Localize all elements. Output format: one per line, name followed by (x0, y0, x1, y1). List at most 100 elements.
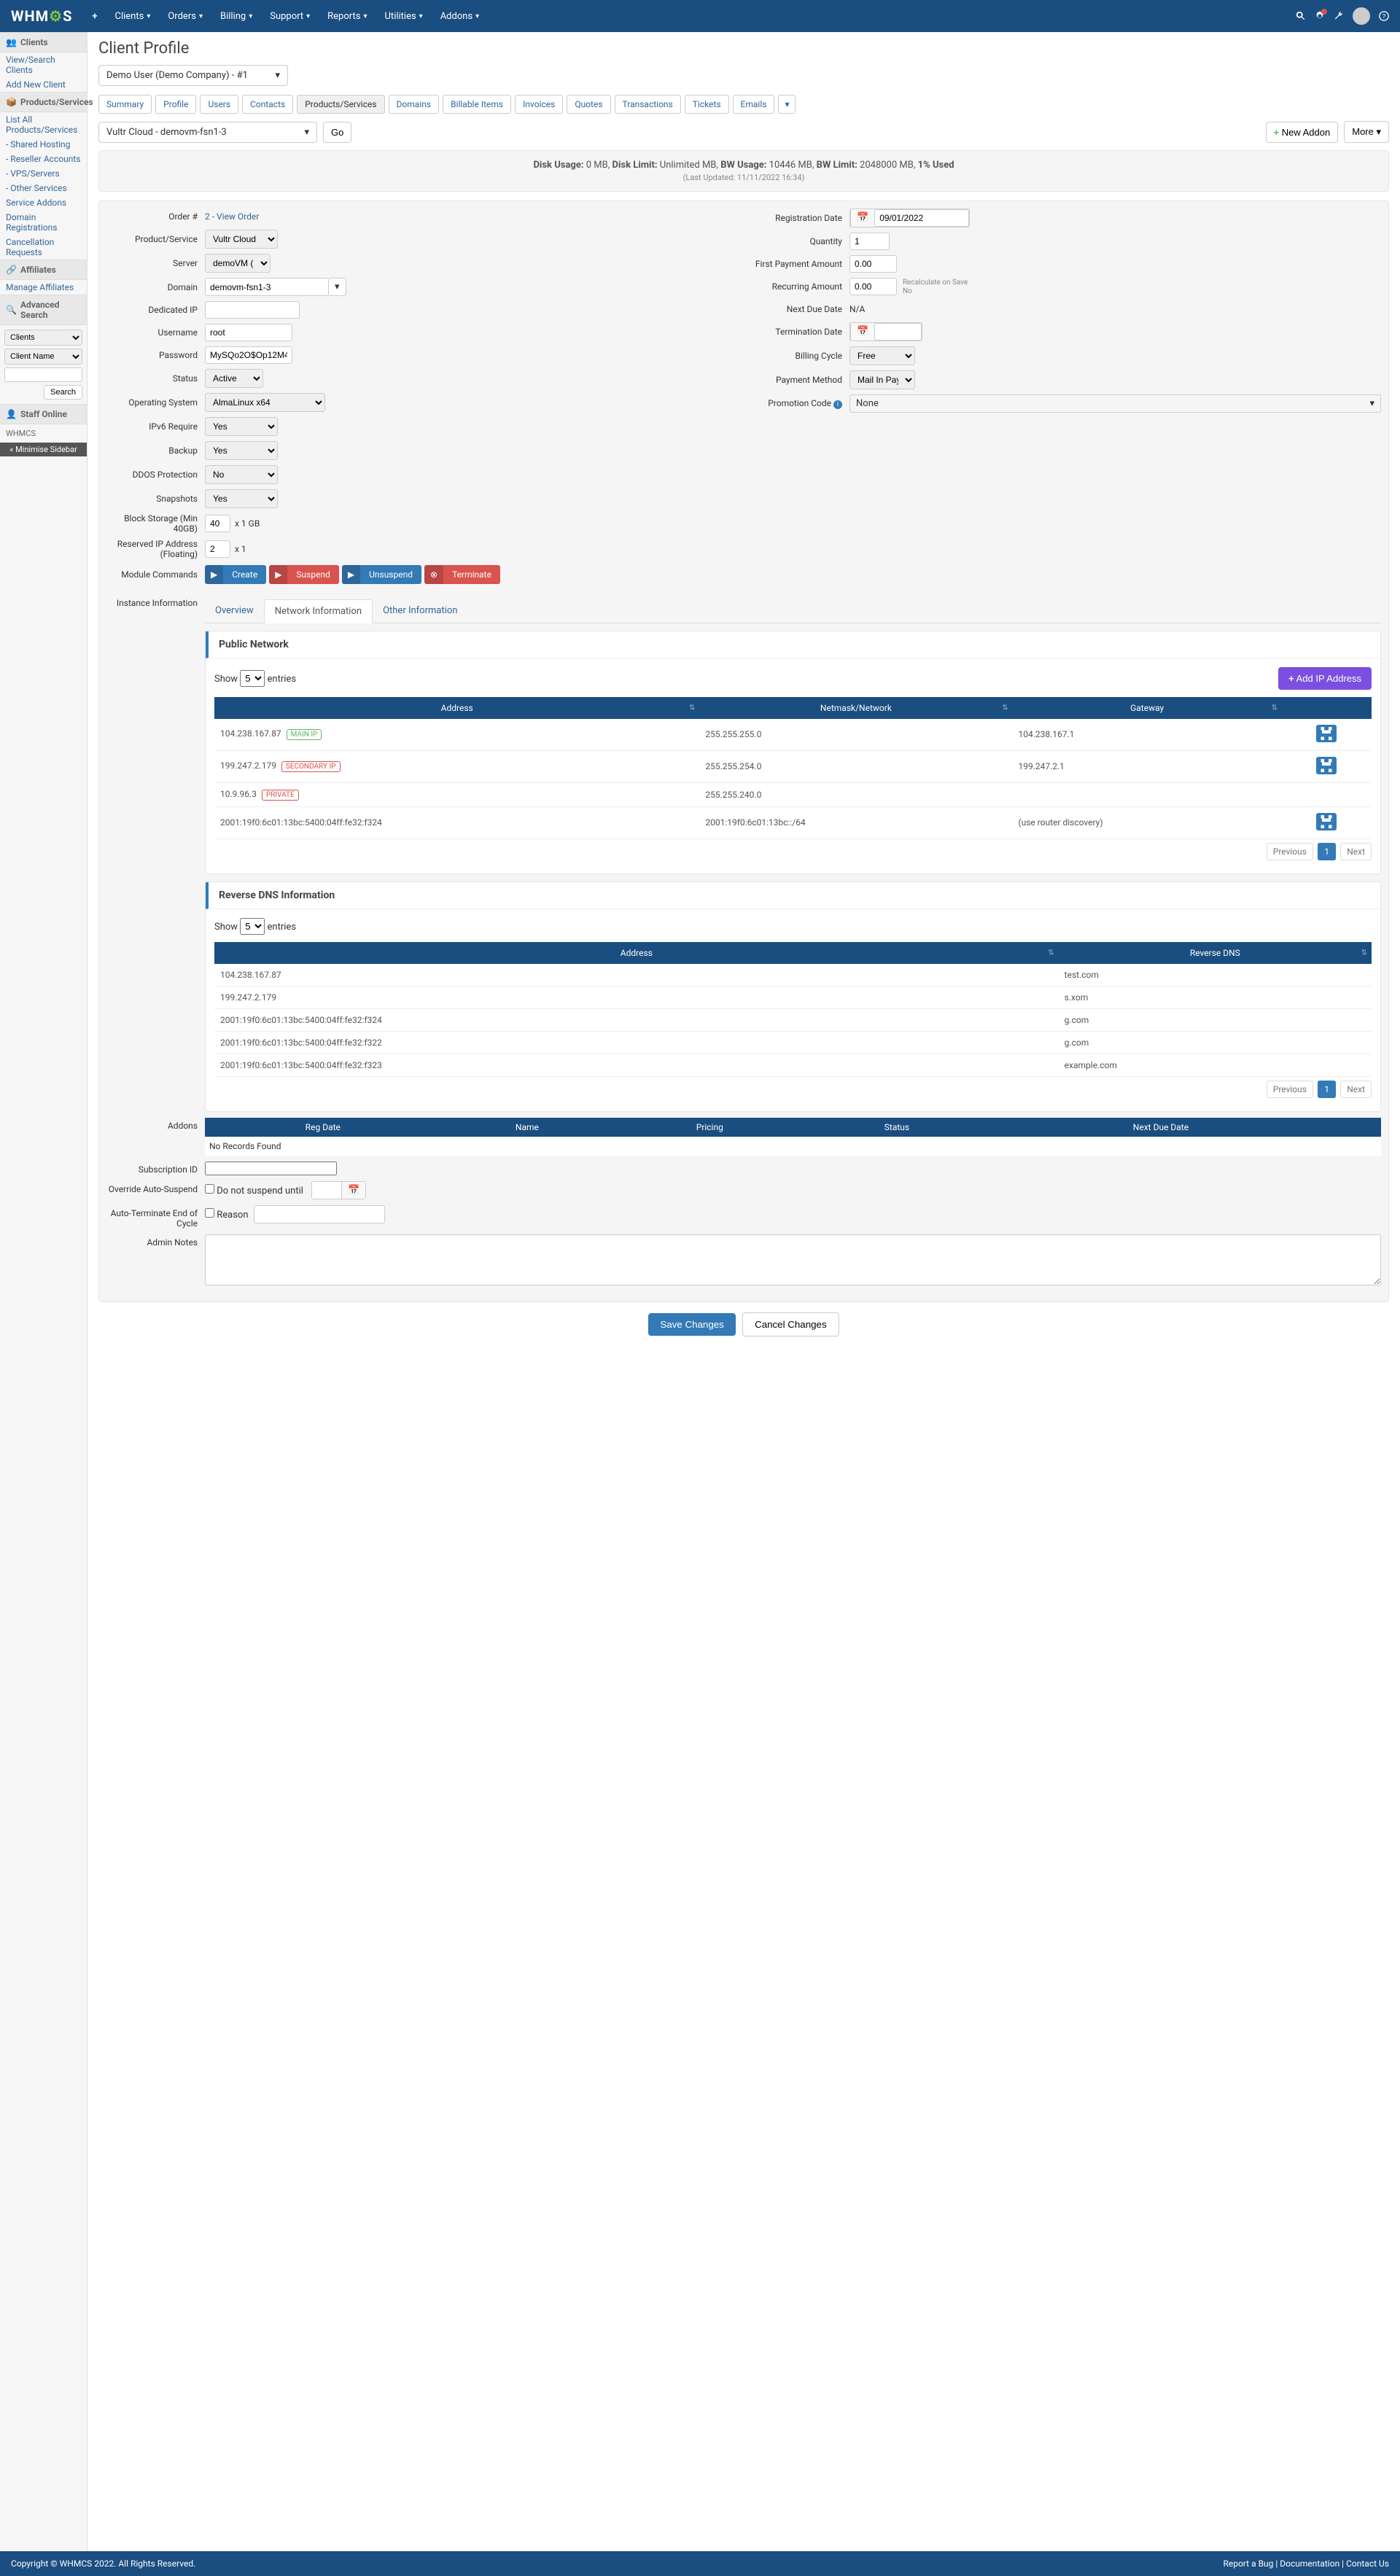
network-icon[interactable] (1316, 757, 1337, 774)
inner-tab[interactable]: Other Information (373, 599, 467, 623)
network-icon[interactable] (1316, 813, 1337, 830)
help-icon[interactable]: ? (1379, 11, 1389, 22)
view-order-link[interactable]: 2 - View Order (205, 211, 259, 222)
override-date-input[interactable] (312, 1182, 341, 1199)
inner-tab[interactable]: Overview (205, 599, 264, 623)
tab-invoices[interactable]: Invoices (515, 95, 563, 114)
go-button[interactable]: Go (323, 122, 351, 143)
add-ip-button[interactable]: + Add IP Address (1278, 667, 1372, 690)
client-selector[interactable]: Demo User (Demo Company) - #1▾ (98, 65, 288, 86)
side-link[interactable]: Manage Affiliates (0, 280, 87, 295)
more-button[interactable]: More ▾ (1344, 121, 1389, 143)
tab-transactions[interactable]: Transactions (615, 95, 681, 114)
nav-orders[interactable]: Orders ▾ (159, 0, 211, 32)
recurring-input[interactable] (849, 278, 897, 295)
unsuspend-button[interactable]: ▶Unsuspend (342, 565, 421, 584)
domain-input[interactable] (205, 278, 329, 296)
nav-utilities[interactable]: Utilities ▾ (376, 0, 431, 32)
create-button[interactable]: ▶Create (205, 565, 266, 584)
tab-domains[interactable]: Domains (389, 95, 440, 114)
side-link[interactable]: Service Addons (0, 195, 87, 210)
os-select[interactable]: AlmaLinux x64 (205, 393, 325, 412)
tab-emails[interactable]: Emails (733, 95, 775, 114)
side-link[interactable]: Cancellation Requests (0, 235, 87, 260)
nav-addons[interactable]: Addons ▾ (432, 0, 488, 32)
search-input[interactable] (4, 367, 82, 382)
pager-page[interactable]: 1 (1318, 843, 1336, 860)
entries-select[interactable]: 5 (240, 918, 265, 935)
server-select[interactable]: demoVM (1/1 Accounts) (205, 254, 271, 273)
tab-summary[interactable]: Summary (98, 95, 152, 114)
termination-date-input[interactable] (874, 323, 922, 341)
override-checkbox[interactable] (205, 1184, 214, 1194)
payment-method-select[interactable]: Mail In Payment (849, 370, 915, 389)
nav-reports[interactable]: Reports ▾ (319, 0, 376, 32)
tab-tickets[interactable]: Tickets (685, 95, 729, 114)
nav-billing[interactable]: Billing ▾ (211, 0, 261, 32)
side-link[interactable]: Domain Registrations (0, 210, 87, 235)
side-link[interactable]: - Other Services (0, 181, 87, 195)
footer-link[interactable]: Report a Bug (1223, 2559, 1273, 2569)
info-icon[interactable]: i (833, 400, 842, 409)
billing-cycle-select[interactable]: Free (849, 346, 915, 365)
new-addon-button[interactable]: + New Addon (1266, 122, 1339, 143)
pager-page[interactable]: 1 (1318, 1081, 1336, 1098)
side-link[interactable]: List All Products/Services (0, 112, 87, 137)
promo-select[interactable]: None▾ (849, 394, 1381, 413)
product-select[interactable]: Vultr Cloud (205, 230, 278, 249)
search-icon[interactable] (1296, 11, 1306, 22)
nav-support[interactable]: Support ▾ (261, 0, 319, 32)
search-button[interactable]: Search (44, 385, 82, 400)
search-type-select[interactable]: Clients (4, 330, 82, 346)
minimise-sidebar[interactable]: « Minimise Sidebar (0, 443, 87, 456)
tab-profile[interactable]: Profile (155, 95, 196, 114)
avatar[interactable] (1353, 7, 1370, 25)
footer-link[interactable]: Contact Us (1346, 2559, 1389, 2569)
entries-select[interactable]: 5 (240, 670, 265, 687)
footer-link[interactable]: Documentation (1280, 2559, 1339, 2569)
password-input[interactable] (205, 346, 292, 364)
side-link[interactable]: - VPS/Servers (0, 166, 87, 181)
tab-productsservices[interactable]: Products/Services (297, 95, 384, 114)
block-storage-input[interactable] (205, 515, 230, 532)
side-link[interactable]: View/Search Clients (0, 52, 87, 77)
wrench-icon[interactable] (1334, 11, 1344, 22)
side-link[interactable]: - Shared Hosting (0, 137, 87, 152)
nav-clients[interactable]: Clients ▾ (106, 0, 160, 32)
tab-billableitems[interactable]: Billable Items (443, 95, 511, 114)
first-payment-input[interactable] (849, 255, 897, 273)
dedicated-ip-input[interactable] (205, 301, 300, 319)
username-input[interactable] (205, 324, 292, 341)
quantity-input[interactable] (849, 233, 890, 250)
ddos-select[interactable]: No (205, 465, 278, 484)
tab-quotes[interactable]: Quotes (567, 95, 610, 114)
cancel-button[interactable]: Cancel Changes (742, 1312, 839, 1336)
reserved-ip-input[interactable] (205, 540, 230, 558)
snapshots-select[interactable]: Yes (205, 489, 278, 508)
admin-notes-textarea[interactable] (205, 1234, 1381, 1285)
pager-next[interactable]: Next (1340, 843, 1372, 860)
service-selector[interactable]: Vultr Cloud - demovm-fsn1-3▾ (98, 122, 317, 143)
tab-more[interactable]: ▾ (778, 95, 796, 114)
status-select[interactable]: Active (205, 369, 263, 388)
pager-prev[interactable]: Previous (1267, 1081, 1313, 1098)
tab-users[interactable]: Users (200, 95, 238, 114)
subscription-id-input[interactable] (205, 1161, 337, 1175)
side-link[interactable]: Add New Client (0, 77, 87, 92)
inner-tab[interactable]: Network Information (264, 599, 373, 623)
regdate-input[interactable] (874, 209, 969, 227)
autoterm-checkbox[interactable] (205, 1208, 214, 1218)
pager-prev[interactable]: Previous (1267, 843, 1313, 860)
nav-plus[interactable]: + (83, 0, 106, 32)
terminate-button[interactable]: ⊗Terminate (424, 565, 500, 584)
network-icon[interactable] (1316, 725, 1337, 742)
domain-dropdown[interactable]: ▾ (329, 278, 346, 296)
pager-next[interactable]: Next (1340, 1081, 1372, 1098)
side-link[interactable]: - Reseller Accounts (0, 152, 87, 166)
settings-icon[interactable] (1315, 11, 1325, 22)
autoterm-reason-input[interactable] (254, 1205, 385, 1223)
search-field-select[interactable]: Client Name (4, 349, 82, 365)
ipv6-select[interactable]: Yes (205, 417, 278, 436)
save-button[interactable]: Save Changes (648, 1313, 735, 1336)
backup-select[interactable]: Yes (205, 441, 278, 460)
